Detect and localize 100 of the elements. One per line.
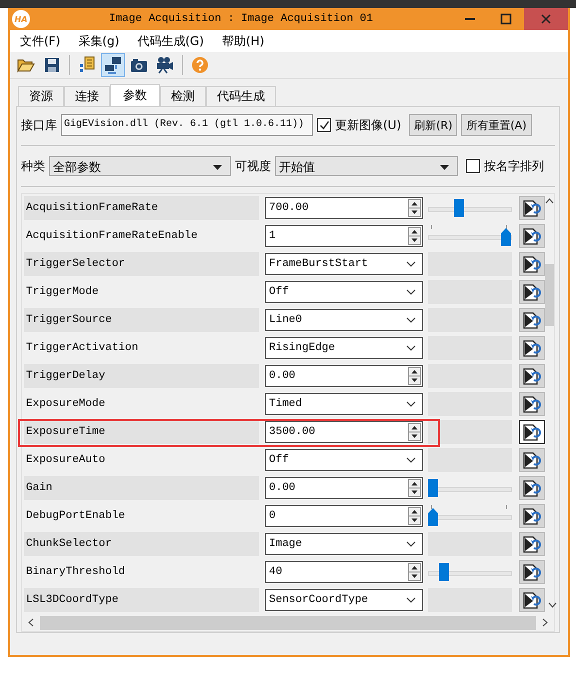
video-camera-icon	[156, 56, 174, 74]
help-icon	[191, 56, 209, 74]
spin-box[interactable]: 0.00	[265, 365, 423, 387]
reset-button[interactable]	[519, 504, 545, 528]
spin-box[interactable]: 40	[265, 561, 423, 583]
scrollbar-thumb[interactable]	[545, 264, 554, 326]
menu-item[interactable]: 采集(g)	[78, 32, 120, 50]
chevron-down-icon	[406, 345, 416, 351]
spin-box[interactable]: 0	[265, 505, 423, 527]
slider-thumb[interactable]	[428, 479, 438, 497]
spin-box[interactable]: 0.00	[265, 477, 423, 499]
reset-button[interactable]	[519, 308, 545, 332]
reset-arrow-icon	[522, 227, 542, 245]
dropdown[interactable]: Image	[265, 533, 423, 555]
close-button[interactable]	[524, 8, 568, 30]
interface-label: 接口库	[21, 116, 57, 134]
chevron-down-icon	[406, 597, 416, 603]
app-logo: HA	[12, 10, 30, 28]
category-label: 种类	[21, 158, 45, 174]
update-image-checkbox[interactable]	[317, 118, 331, 132]
menu-item[interactable]: 文件(F)	[20, 32, 60, 50]
action-button[interactable]: 刷新(R)	[409, 114, 458, 136]
window-title: Image Acquisition : Image Acquisition 01	[108, 13, 374, 25]
visibility-dropdown[interactable]: 开始值	[275, 156, 458, 176]
slider-thumb[interactable]	[501, 228, 511, 246]
visibility-label: 可视度	[235, 158, 271, 174]
action-button[interactable]: 所有重置(A)	[461, 114, 532, 136]
reset-arrow-icon	[522, 283, 542, 301]
reset-arrow-icon	[522, 451, 542, 469]
spin-box[interactable]: 1	[265, 225, 423, 247]
tab[interactable]: 连接	[64, 86, 110, 106]
tab[interactable]: 检测	[160, 86, 206, 106]
horizontal-scrollbar[interactable]	[22, 614, 554, 631]
parameter-name: AcquisitionFrameRate	[24, 196, 259, 220]
menu-item[interactable]: 帮助(H)	[222, 32, 264, 50]
scroll-right-icon	[542, 618, 548, 627]
slider-thumb[interactable]	[438, 563, 449, 581]
reset-button[interactable]	[519, 224, 545, 248]
vertical-scrollbar[interactable]	[545, 194, 554, 614]
spin-arrows-icon	[408, 423, 421, 441]
parameter-name: ExposureAuto	[25, 453, 106, 468]
dropdown[interactable]: Timed	[265, 393, 423, 415]
sort-by-name-label: 按名字排列	[484, 158, 544, 174]
document-list-icon	[79, 56, 95, 74]
reset-button[interactable]	[519, 560, 545, 584]
spin-box[interactable]: 700.00	[265, 197, 423, 219]
dropdown[interactable]: Off	[265, 449, 423, 471]
reset-button[interactable]	[519, 476, 545, 500]
maximize-icon	[500, 13, 512, 25]
reset-button[interactable]	[519, 196, 545, 220]
slider-thumb[interactable]	[428, 508, 438, 526]
parameter-name: TriggerSelector	[24, 252, 259, 276]
reset-arrow-icon	[522, 479, 542, 497]
sort-by-name-checkbox[interactable]	[466, 159, 480, 173]
interface-field[interactable]: GigEVision.dll (Rev. 6.1 (gtl 1.0.6.11))	[61, 114, 313, 136]
slider[interactable]	[428, 504, 512, 528]
reset-button[interactable]	[519, 420, 545, 444]
dropdown[interactable]: RisingEdge	[265, 337, 423, 359]
scrollbar-thumb[interactable]	[40, 616, 536, 630]
slider[interactable]	[428, 560, 512, 584]
spin-arrows-icon	[408, 199, 421, 217]
reset-button[interactable]	[519, 336, 545, 360]
tab[interactable]: 代码生成	[206, 86, 276, 106]
parameter-name: ExposureMode	[25, 397, 106, 412]
dropdown[interactable]: FrameBurstStart	[265, 253, 423, 275]
reset-arrow-icon	[522, 507, 542, 525]
reset-arrow-icon	[522, 339, 542, 357]
reset-arrow-icon	[522, 423, 542, 441]
parameter-name: ChunkSelector	[24, 532, 259, 556]
slider[interactable]	[428, 224, 512, 248]
toolbar-button[interactable]	[101, 53, 125, 77]
spin-arrows-icon	[408, 227, 421, 245]
dropdown[interactable]: SensorCoordType	[265, 589, 423, 611]
reset-button[interactable]	[519, 280, 545, 304]
reset-button[interactable]	[519, 588, 545, 612]
dropdown[interactable]: Line0	[265, 309, 423, 331]
reset-button[interactable]	[519, 252, 545, 276]
dropdown[interactable]: Off	[265, 281, 423, 303]
tab[interactable]: 参数	[110, 84, 160, 106]
reset-arrow-icon	[522, 563, 542, 581]
dropdown-arrow-icon	[213, 165, 222, 170]
slider-thumb[interactable]	[454, 199, 464, 217]
reset-button[interactable]	[519, 448, 545, 472]
parameter-name: AcquisitionFrameRateEnable	[25, 229, 199, 244]
reset-button[interactable]	[519, 392, 545, 416]
category-dropdown[interactable]: 全部参数	[49, 156, 231, 176]
parameter-name: TriggerMode	[25, 285, 100, 300]
reset-button[interactable]	[519, 532, 545, 556]
menu-item[interactable]: 代码生成(G)	[137, 32, 204, 50]
chevron-down-icon	[406, 401, 416, 407]
reset-button[interactable]	[519, 364, 545, 388]
slider[interactable]	[428, 476, 512, 500]
slider[interactable]	[428, 196, 512, 220]
spin-box[interactable]: 3500.00	[265, 421, 423, 443]
parameter-name: TriggerDelay	[24, 364, 259, 388]
folder-icon	[17, 57, 35, 73]
spin-arrows-icon	[408, 479, 421, 497]
parameter-name: BinaryThreshold	[25, 565, 126, 580]
reset-arrow-icon	[522, 591, 542, 609]
tab[interactable]: 资源	[18, 86, 64, 106]
